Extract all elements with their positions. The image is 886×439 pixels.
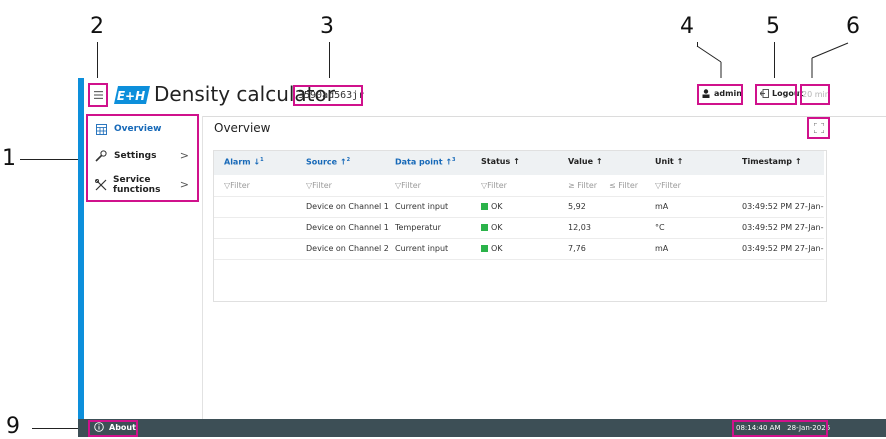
sort-arrow-icon: ↑	[676, 157, 684, 166]
col-header-datapoint[interactable]: Data point ↑3	[395, 157, 456, 167]
filter-status[interactable]: ▽Filter	[481, 181, 507, 190]
col-header-alarm[interactable]: Alarm ↓1	[224, 157, 264, 167]
row-divider	[214, 196, 824, 197]
cell-value: 7,76	[568, 244, 586, 253]
highlight-device-id	[293, 85, 363, 106]
cell-datapoint: Current input	[395, 202, 449, 211]
col-header-timestamp[interactable]: Timestamp ↑	[742, 157, 802, 166]
status-ok-icon	[481, 224, 488, 231]
filter-value-min[interactable]: ≥ Filter	[568, 181, 597, 190]
row-divider	[214, 238, 824, 239]
cell-datapoint: Temperatur	[395, 223, 441, 232]
callout-1: 1	[2, 146, 16, 171]
callout-4: 4	[680, 14, 694, 39]
cell-datapoint: Current input	[395, 244, 449, 253]
sort-arrow-icon: ↑	[794, 157, 802, 166]
cell-source: Device on Channel 1	[306, 223, 389, 232]
col-header-value[interactable]: Value ↑	[568, 157, 603, 166]
cell-unit: mA	[655, 202, 669, 211]
status-ok-icon	[481, 203, 488, 210]
sort-order-badge: 1	[260, 157, 264, 163]
cell-unit: °C	[655, 223, 665, 232]
callout-5: 5	[766, 14, 780, 39]
filter-alarm[interactable]: ▽Filter	[224, 181, 250, 190]
col-header-source[interactable]: Source ↑2	[306, 157, 350, 167]
highlight-clock	[732, 420, 828, 437]
sort-arrow-icon: ↑	[595, 157, 603, 166]
cell-status: OK	[481, 202, 503, 211]
highlight-fullscreen	[807, 117, 830, 139]
filter-datapoint[interactable]: ▽Filter	[395, 181, 421, 190]
page-title: Overview	[214, 121, 271, 135]
callout-3: 3	[320, 14, 334, 39]
cell-timestamp: 03:49:52 PM 27-Jan-20	[742, 202, 824, 211]
brand-logo-text: E+H	[117, 89, 145, 103]
sort-arrow-icon: ↑	[339, 157, 347, 167]
sort-arrow-icon: ↑	[513, 157, 520, 166]
cell-source: Device on Channel 1	[306, 202, 389, 211]
highlight-about	[88, 420, 138, 437]
highlight-session-timer	[800, 84, 830, 105]
col-header-unit[interactable]: Unit ↑	[655, 157, 683, 166]
cell-status: OK	[481, 244, 503, 253]
cell-value: 12,03	[568, 223, 591, 232]
callout-9: 9	[6, 414, 20, 439]
filter-source[interactable]: ▽Filter	[306, 181, 332, 190]
cell-unit: mA	[655, 244, 669, 253]
sort-order-badge: 3	[452, 157, 456, 163]
cell-status: OK	[481, 223, 503, 232]
brand-logo: E+H	[114, 85, 150, 105]
col-header-status[interactable]: Status ↑	[481, 157, 520, 166]
callout-2: 2	[90, 14, 104, 39]
highlight-logout	[755, 84, 797, 105]
filter-unit[interactable]: ▽Filter	[655, 181, 681, 190]
callout-6: 6	[846, 14, 860, 39]
highlight-sidebar-menu	[86, 114, 199, 202]
cell-value: 5,92	[568, 202, 586, 211]
filter-value-max[interactable]: ≤ Filter	[609, 181, 638, 190]
row-divider	[214, 217, 824, 218]
sort-order-badge: 2	[346, 157, 351, 163]
highlight-hamburger	[88, 83, 108, 107]
status-ok-icon	[481, 245, 488, 252]
row-divider	[214, 259, 824, 260]
cell-timestamp: 03:49:52 PM 27-Jan-20	[742, 223, 824, 232]
highlight-user	[697, 84, 743, 105]
cell-source: Device on Channel 2	[306, 244, 389, 253]
cell-timestamp: 03:49:52 PM 27-Jan-20	[742, 244, 824, 253]
